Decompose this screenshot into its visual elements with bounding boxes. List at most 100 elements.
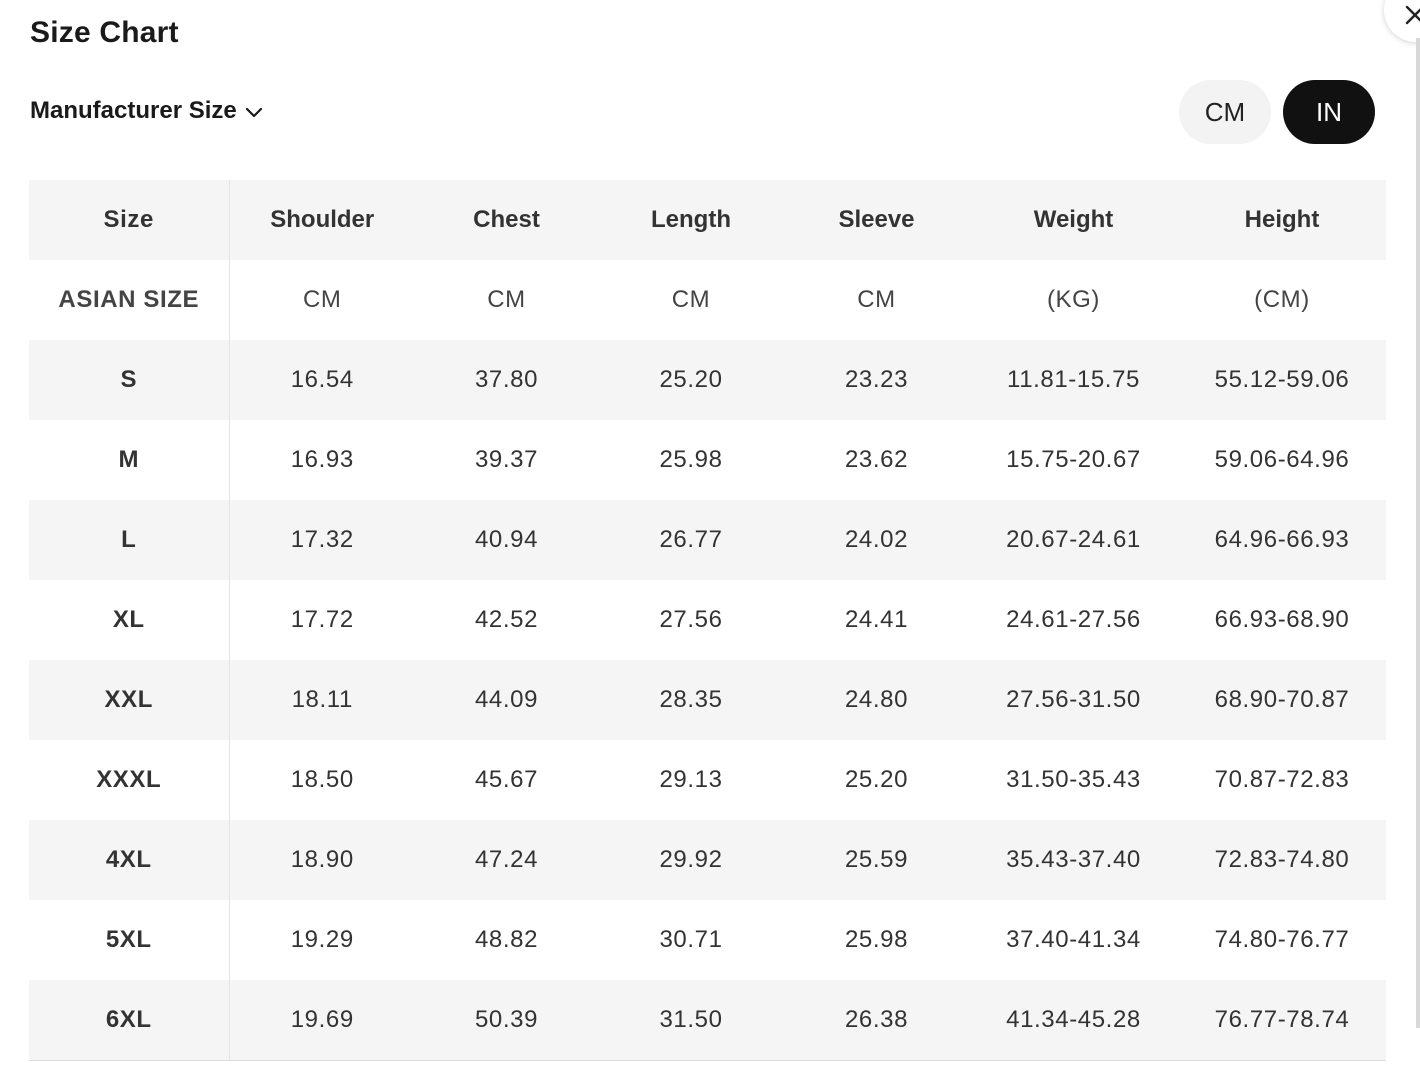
measurement-cell: 28.35 bbox=[598, 660, 784, 740]
header-cell: Shoulder bbox=[229, 180, 415, 260]
measurement-cell: 42.52 bbox=[474, 606, 539, 633]
measurement-cell: 48.82 bbox=[474, 926, 539, 953]
unit-cell: ASIAN SIZE bbox=[29, 260, 230, 340]
table-row: XL 17.72 42.52 27.56 24.41 24.61-27.56 66.93-6… bbox=[29, 580, 1386, 660]
unit-cell: CM bbox=[857, 286, 896, 313]
measurement-cell: 30.71 bbox=[659, 926, 723, 953]
measurement-cell: 25.20 bbox=[844, 766, 909, 793]
measurement-cell: 23.23 bbox=[784, 340, 969, 420]
header-cell: Length bbox=[598, 180, 784, 260]
size-cell: 5XL bbox=[29, 900, 230, 980]
size-cell: 6XL bbox=[29, 980, 230, 1061]
header-row: Size Shoulder Chest Length Sleeve Weight… bbox=[29, 180, 1386, 260]
header-cell: Size bbox=[29, 180, 230, 260]
size-table: Size Shoulder Chest Length Sleeve Weight… bbox=[29, 180, 1386, 1061]
measurement-cell: 37.80 bbox=[415, 340, 598, 420]
size-chart-dialog: Size Chart Manufacturer Size CM IN Size … bbox=[0, 0, 1420, 1084]
measurement-cell: 16.54 bbox=[229, 340, 415, 420]
size-cell: XXL bbox=[29, 660, 230, 740]
measurement-cell: 59.06-64.96 bbox=[1214, 446, 1350, 473]
measurement-cell: 41.34-45.28 bbox=[969, 980, 1178, 1061]
size-type-label: Manufacturer Size bbox=[30, 97, 237, 124]
measurement-cell: 23.62 bbox=[844, 446, 909, 473]
unit-cell: CM bbox=[302, 286, 342, 313]
size-type-dropdown[interactable]: Manufacturer Size bbox=[30, 97, 263, 125]
size-cell: S bbox=[29, 340, 230, 420]
measurement-cell: 25.98 bbox=[659, 446, 723, 473]
measurement-cell: 26.77 bbox=[598, 500, 784, 580]
measurement-cell: 24.02 bbox=[784, 500, 969, 580]
measurement-cell: 47.24 bbox=[415, 820, 598, 900]
units-row: ASIAN SIZE CM CM CM CM (KG) (CM) bbox=[29, 260, 1386, 340]
measurement-cell: 11.81-15.75 bbox=[969, 340, 1178, 420]
dialog-title: Size Chart bbox=[30, 16, 179, 49]
header-cell: Chest bbox=[415, 180, 598, 260]
measurement-cell: 18.50 bbox=[290, 766, 354, 793]
size-cell: L bbox=[29, 500, 230, 580]
measurement-cell: 72.83-74.80 bbox=[1178, 820, 1386, 900]
table-row: M 16.93 39.37 25.98 23.62 15.75-20.67 59.06-64… bbox=[29, 420, 1386, 500]
measurement-cell: 37.40-41.34 bbox=[1006, 926, 1141, 953]
unit-cell: (CM) bbox=[1254, 286, 1310, 313]
measurement-cell: 24.80 bbox=[784, 660, 969, 740]
table-row: S 16.54 37.80 25.20 23.23 11.81-15.75 55.12-59… bbox=[29, 340, 1386, 420]
measurement-cell: 18.90 bbox=[229, 820, 415, 900]
measurement-cell: 50.39 bbox=[415, 980, 598, 1061]
measurement-cell: 18.11 bbox=[229, 660, 415, 740]
measurement-cell: 74.80-76.77 bbox=[1214, 926, 1350, 953]
measurement-cell: 17.72 bbox=[290, 606, 354, 633]
measurement-cell: 44.09 bbox=[415, 660, 598, 740]
measurement-cell: 25.59 bbox=[784, 820, 969, 900]
measurement-cell: 68.90-70.87 bbox=[1178, 660, 1386, 740]
unit-cell: (KG) bbox=[1046, 286, 1101, 313]
unit-cm-button[interactable]: CM bbox=[1179, 80, 1271, 144]
unit-cell: CM bbox=[671, 286, 711, 313]
measurement-cell: 29.92 bbox=[598, 820, 784, 900]
unit-cell: CM bbox=[487, 286, 526, 313]
measurement-cell: 64.96-66.93 bbox=[1178, 500, 1386, 580]
measurement-cell: 15.75-20.67 bbox=[1006, 446, 1141, 473]
table-row: XXL 18.11 44.09 28.35 24.80 27.56-31.50 68.90-… bbox=[29, 660, 1386, 740]
measurement-cell: 31.50-35.43 bbox=[1006, 766, 1141, 793]
table-row: L 17.32 40.94 26.77 24.02 20.67-24.61 64.96-66… bbox=[29, 500, 1386, 580]
measurement-cell: 31.50 bbox=[598, 980, 784, 1061]
measurement-cell: 76.77-78.74 bbox=[1178, 980, 1386, 1061]
measurement-cell: 25.98 bbox=[844, 926, 909, 953]
unit-in-button[interactable]: IN bbox=[1283, 80, 1375, 144]
size-table-container: Size Shoulder Chest Length Sleeve Weight… bbox=[29, 180, 1386, 1084]
scrollbar[interactable] bbox=[1416, 38, 1420, 1028]
close-icon bbox=[1405, 5, 1420, 25]
measurement-cell: 35.43-37.40 bbox=[969, 820, 1178, 900]
size-cell: 4XL bbox=[29, 820, 230, 900]
measurement-cell: 20.67-24.61 bbox=[969, 500, 1178, 580]
measurement-cell: 16.93 bbox=[290, 446, 354, 473]
header-cell: Sleeve bbox=[784, 180, 969, 260]
measurement-cell: 29.13 bbox=[659, 766, 723, 793]
table-row: 5XL 19.29 48.82 30.71 25.98 37.40-41.34 74.80-… bbox=[29, 900, 1386, 980]
measurement-cell: 55.12-59.06 bbox=[1178, 340, 1386, 420]
measurement-cell: 27.56 bbox=[659, 606, 723, 633]
measurement-cell: 27.56-31.50 bbox=[969, 660, 1178, 740]
header-cell: Weight bbox=[969, 180, 1178, 260]
table-row: 4XL 18.90 47.24 29.92 25.59 35.43-37.40 72.83-… bbox=[29, 820, 1386, 900]
measurement-cell: 24.61-27.56 bbox=[1006, 606, 1141, 633]
measurement-cell: 24.41 bbox=[844, 606, 909, 633]
measurement-cell: 26.38 bbox=[784, 980, 969, 1061]
header-cell: Height bbox=[1178, 180, 1386, 260]
table-row: 6XL 19.69 50.39 31.50 26.38 41.34-45.28 76.77-… bbox=[29, 980, 1386, 1061]
size-cell: XL bbox=[29, 580, 230, 660]
table-row: XXXL 18.50 45.67 29.13 25.20 31.50-35.43 70.87… bbox=[29, 740, 1386, 820]
chevron-down-icon bbox=[245, 107, 262, 118]
measurement-cell: 19.69 bbox=[229, 980, 415, 1061]
measurement-cell: 66.93-68.90 bbox=[1214, 606, 1350, 633]
measurement-cell: 45.67 bbox=[474, 766, 539, 793]
measurement-cell: 40.94 bbox=[415, 500, 598, 580]
size-cell: M bbox=[29, 420, 230, 500]
size-cell: XXXL bbox=[29, 740, 230, 820]
measurement-cell: 70.87-72.83 bbox=[1214, 766, 1350, 793]
measurement-cell: 39.37 bbox=[474, 446, 539, 473]
close-button[interactable] bbox=[1384, 0, 1420, 42]
measurement-cell: 25.20 bbox=[598, 340, 784, 420]
measurement-cell: 17.32 bbox=[229, 500, 415, 580]
measurement-cell: 19.29 bbox=[290, 926, 354, 953]
